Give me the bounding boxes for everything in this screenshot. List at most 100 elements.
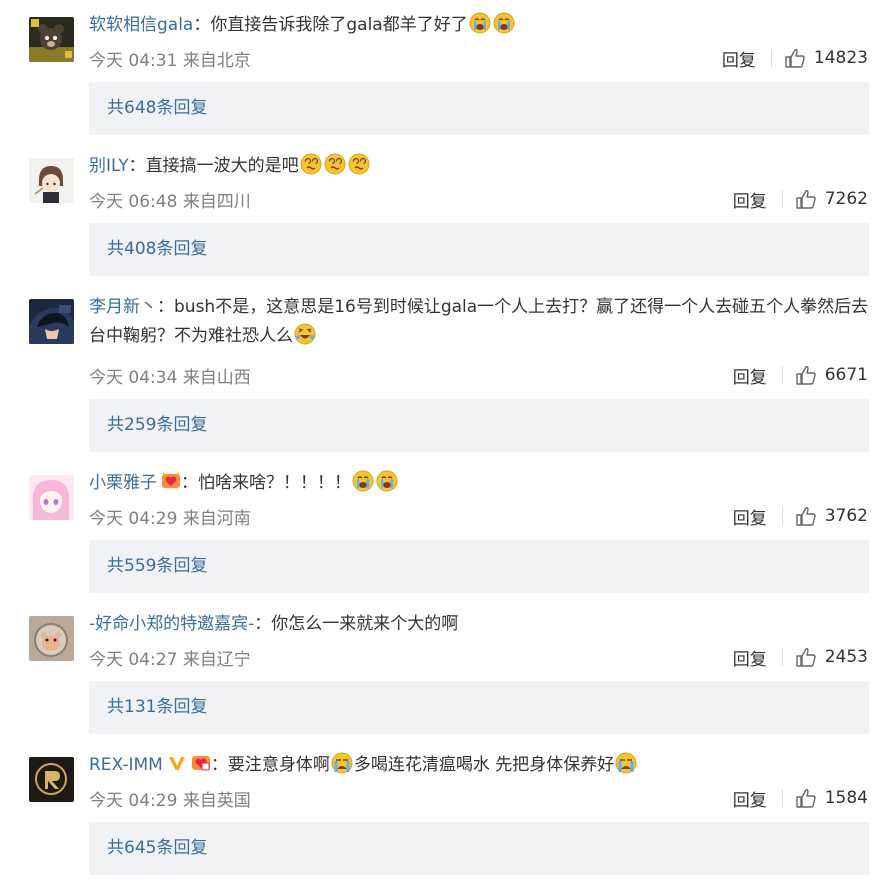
divider — [781, 648, 783, 666]
username-link[interactable]: 别ILY — [89, 156, 129, 176]
thumbs-up-icon — [784, 47, 806, 69]
comment-meta: 今天 04:34 来自山西 — [89, 363, 251, 388]
dizzy-emoji-icon — [324, 153, 346, 175]
comment-content: 李月新丶：bush不是，这意思是16号到时候让gala一个人上去打？赢了还得一个… — [89, 293, 869, 351]
comment-meta: 今天 04:27 来自辽宁 — [89, 645, 251, 670]
dizzy-emoji-icon — [300, 153, 322, 175]
like-button[interactable]: 6671 — [795, 364, 868, 386]
dizzy-emoji-icon — [348, 153, 370, 175]
like-count: 1584 — [824, 788, 868, 808]
comment-content: 小栗雅子 ：怕啥来啥？！！！！ — [89, 469, 869, 498]
view-replies-button[interactable]: 共131条回复 — [89, 681, 869, 734]
view-replies-button[interactable]: 共648条回复 — [89, 82, 869, 135]
timestamp: 今天 04:27 — [89, 650, 178, 670]
separator: ： — [157, 297, 174, 317]
reply-button[interactable]: 回复 — [733, 363, 767, 388]
comment-text: 要注意身体啊 — [227, 755, 330, 775]
user-avatar[interactable] — [29, 475, 74, 520]
username-link[interactable]: REX-IMM — [89, 755, 163, 775]
crying-emoji-icon — [352, 470, 374, 492]
divider — [781, 366, 783, 384]
comment-content: 软软相信gala：你直接告诉我除了gala都羊了好了 — [89, 11, 869, 40]
comment-meta: 今天 04:31 来自北京 — [89, 46, 251, 71]
username-link[interactable]: 软软相信gala — [89, 15, 193, 35]
comment-text: 直接搞一波大的是吧 — [145, 156, 299, 176]
verified-v-icon — [167, 753, 187, 773]
view-replies-button[interactable]: 共408条回复 — [89, 223, 869, 276]
comment-content: 别ILY：直接搞一波大的是吧 — [89, 152, 869, 181]
gold-emblem-avatar-icon — [29, 757, 74, 802]
thumbs-up-icon — [795, 787, 817, 809]
view-replies-button[interactable]: 共559条回复 — [89, 540, 869, 593]
reply-button[interactable]: 回复 — [733, 504, 767, 529]
comment-actions: 回复 3762 — [733, 502, 868, 530]
like-button[interactable]: 1584 — [795, 787, 868, 809]
view-replies-button[interactable]: 共645条回复 — [89, 822, 869, 875]
comment-item: 小栗雅子 ：怕啥来啥？！！！！ 今天 04:29 来自河南 回复 3762 共55… — [0, 458, 896, 599]
crying-emoji-icon — [469, 12, 491, 34]
reply-button[interactable]: 回复 — [722, 46, 756, 71]
like-count: 14823 — [813, 48, 868, 68]
user-avatar[interactable] — [29, 757, 74, 802]
location: 来自辽宁 — [182, 650, 251, 670]
divider — [781, 789, 783, 807]
crying-emoji-icon — [493, 12, 515, 34]
timestamp: 今天 04:29 — [89, 791, 178, 811]
location: 来自英国 — [182, 791, 251, 811]
view-replies-button[interactable]: 共259条回复 — [89, 399, 869, 452]
comment-item: 别ILY：直接搞一波大的是吧 今天 06:48 来自四川 回复 7262 共40… — [0, 141, 896, 282]
comment-meta: 今天 04:29 来自河南 — [89, 504, 251, 529]
separator: ： — [128, 156, 146, 176]
separator: ： — [210, 755, 228, 775]
like-button[interactable]: 14823 — [784, 47, 868, 69]
user-avatar[interactable] — [29, 616, 74, 661]
reply-button[interactable]: 回复 — [733, 187, 767, 212]
comment-text: 你怎么一来就来个大的啊 — [271, 614, 459, 634]
heart-badge-icon — [161, 471, 181, 491]
comment-actions: 回复 7262 — [733, 185, 868, 213]
reply-button[interactable]: 回复 — [733, 786, 767, 811]
user-avatar[interactable] — [29, 158, 74, 203]
sobbing-emoji-icon — [615, 752, 637, 774]
divider — [781, 507, 783, 525]
reply-button[interactable]: 回复 — [733, 645, 767, 670]
comment-item: REX-IMM ：要注意身体啊 多喝连花清瘟喝水 先把身体保养好 今天 04:29 … — [0, 740, 896, 881]
comment-text: 多喝连花清瘟喝水 先把身体保养好 — [353, 755, 615, 775]
comment-content: REX-IMM ：要注意身体啊 多喝连花清瘟喝水 先把身体保养好 — [89, 751, 869, 780]
username-link[interactable]: 李月新丶 — [89, 297, 157, 317]
bear-avatar-icon — [29, 17, 74, 62]
comment-actions: 回复 1584 — [733, 784, 868, 812]
comment-content: -好命小郑的特邀嘉宾-：你怎么一来就来个大的啊 — [89, 610, 869, 639]
like-button[interactable]: 3762 — [795, 505, 868, 527]
comment-actions: 回复 6671 — [733, 361, 868, 389]
user-avatar[interactable] — [29, 299, 74, 344]
timestamp: 今天 06:48 — [89, 192, 178, 212]
like-count: 6671 — [824, 365, 868, 385]
timestamp: 今天 04:31 — [89, 51, 178, 71]
comment-item: 软软相信gala：你直接告诉我除了gala都羊了好了 今天 04:31 来自北京… — [0, 0, 896, 141]
user-avatar[interactable] — [29, 17, 74, 62]
thumbs-up-icon — [795, 646, 817, 668]
timestamp: 今天 04:34 — [89, 368, 178, 388]
like-count: 3762 — [824, 506, 868, 526]
laughing-crying-emoji-icon — [294, 323, 316, 345]
chibi-avatar-icon — [29, 158, 74, 203]
hamster-avatar-icon — [29, 616, 74, 661]
crying-emoji-icon — [376, 470, 398, 492]
username-link[interactable]: 小栗雅子 — [89, 473, 157, 493]
username-link[interactable]: -好命小郑的特邀嘉宾- — [89, 614, 254, 634]
comment-text: bush不是，这意思是16号到时候让gala一个人上去打？赢了还得一个人去碰五个… — [89, 297, 869, 346]
like-button[interactable]: 7262 — [795, 188, 868, 210]
comment-meta: 今天 04:29 来自英国 — [89, 786, 251, 811]
comment-item: -好命小郑的特邀嘉宾-：你怎么一来就来个大的啊 今天 04:27 来自辽宁 回复… — [0, 599, 896, 740]
thumbs-up-icon — [795, 188, 817, 210]
divider — [781, 190, 783, 208]
like-button[interactable]: 2453 — [795, 646, 868, 668]
divider — [770, 49, 772, 67]
pink-anime-avatar-icon — [29, 475, 74, 520]
location: 来自河南 — [182, 509, 251, 529]
separator: ： — [193, 15, 211, 35]
location: 来自北京 — [182, 51, 251, 71]
comment-actions: 回复 2453 — [733, 643, 868, 671]
comment-item: 李月新丶：bush不是，这意思是16号到时候让gala一个人上去打？赢了还得一个… — [0, 282, 896, 458]
